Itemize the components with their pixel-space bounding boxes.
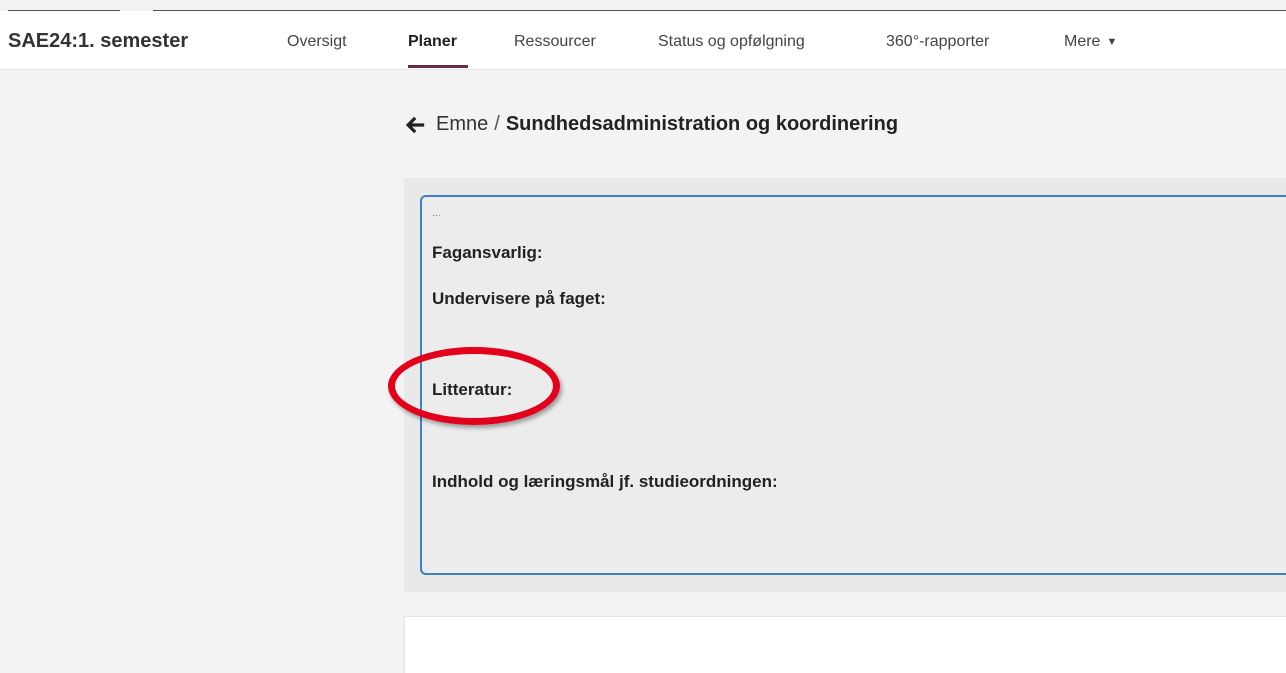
- arrow-left-icon[interactable]: [404, 114, 426, 136]
- nav-item-status-og-opfolgning[interactable]: Status og opfølgning: [658, 33, 805, 51]
- breadcrumb: Emne / Sundhedsadministration og koordin…: [404, 113, 898, 136]
- course-title: SAE24:1. semester: [8, 30, 189, 52]
- nav-item-ressourcer[interactable]: Ressourcer: [514, 33, 596, 51]
- nav-item-planer[interactable]: Planer: [408, 33, 457, 51]
- nav-item-mere-label: Mere: [1064, 33, 1101, 50]
- content-panel: ... Fagansvarlig: Undervisere på faget: …: [404, 178, 1286, 592]
- breadcrumb-separator: /: [494, 113, 500, 135]
- active-tab-indicator: [408, 65, 468, 68]
- page-title: Sundhedsadministration og koordinering: [505, 113, 899, 135]
- field-label-indhold-og-laeringsmaal: Indhold og læringsmål jf. studieordninge…: [432, 472, 778, 491]
- nav-item-360-rapporter[interactable]: 360°-rapporter: [886, 33, 989, 51]
- field-label-undervisere: Undervisere på faget:: [432, 289, 606, 308]
- editor-ellipsis: ...: [432, 207, 442, 219]
- nav-item-oversigt[interactable]: Oversigt: [287, 33, 347, 51]
- app-header: SAE24:1. semester Oversigt Planer Ressou…: [0, 11, 1286, 70]
- caret-down-icon: ▼: [1106, 36, 1118, 48]
- breadcrumb-parent-link[interactable]: Emne: [436, 113, 488, 136]
- nav-item-mere[interactable]: Mere ▼: [1064, 33, 1117, 51]
- field-label-fagansvarlig: Fagansvarlig:: [432, 243, 543, 262]
- lower-content-card: [404, 616, 1286, 673]
- field-label-litteratur: Litteratur:: [432, 380, 513, 399]
- description-editor[interactable]: ... Fagansvarlig: Undervisere på faget: …: [420, 195, 1286, 575]
